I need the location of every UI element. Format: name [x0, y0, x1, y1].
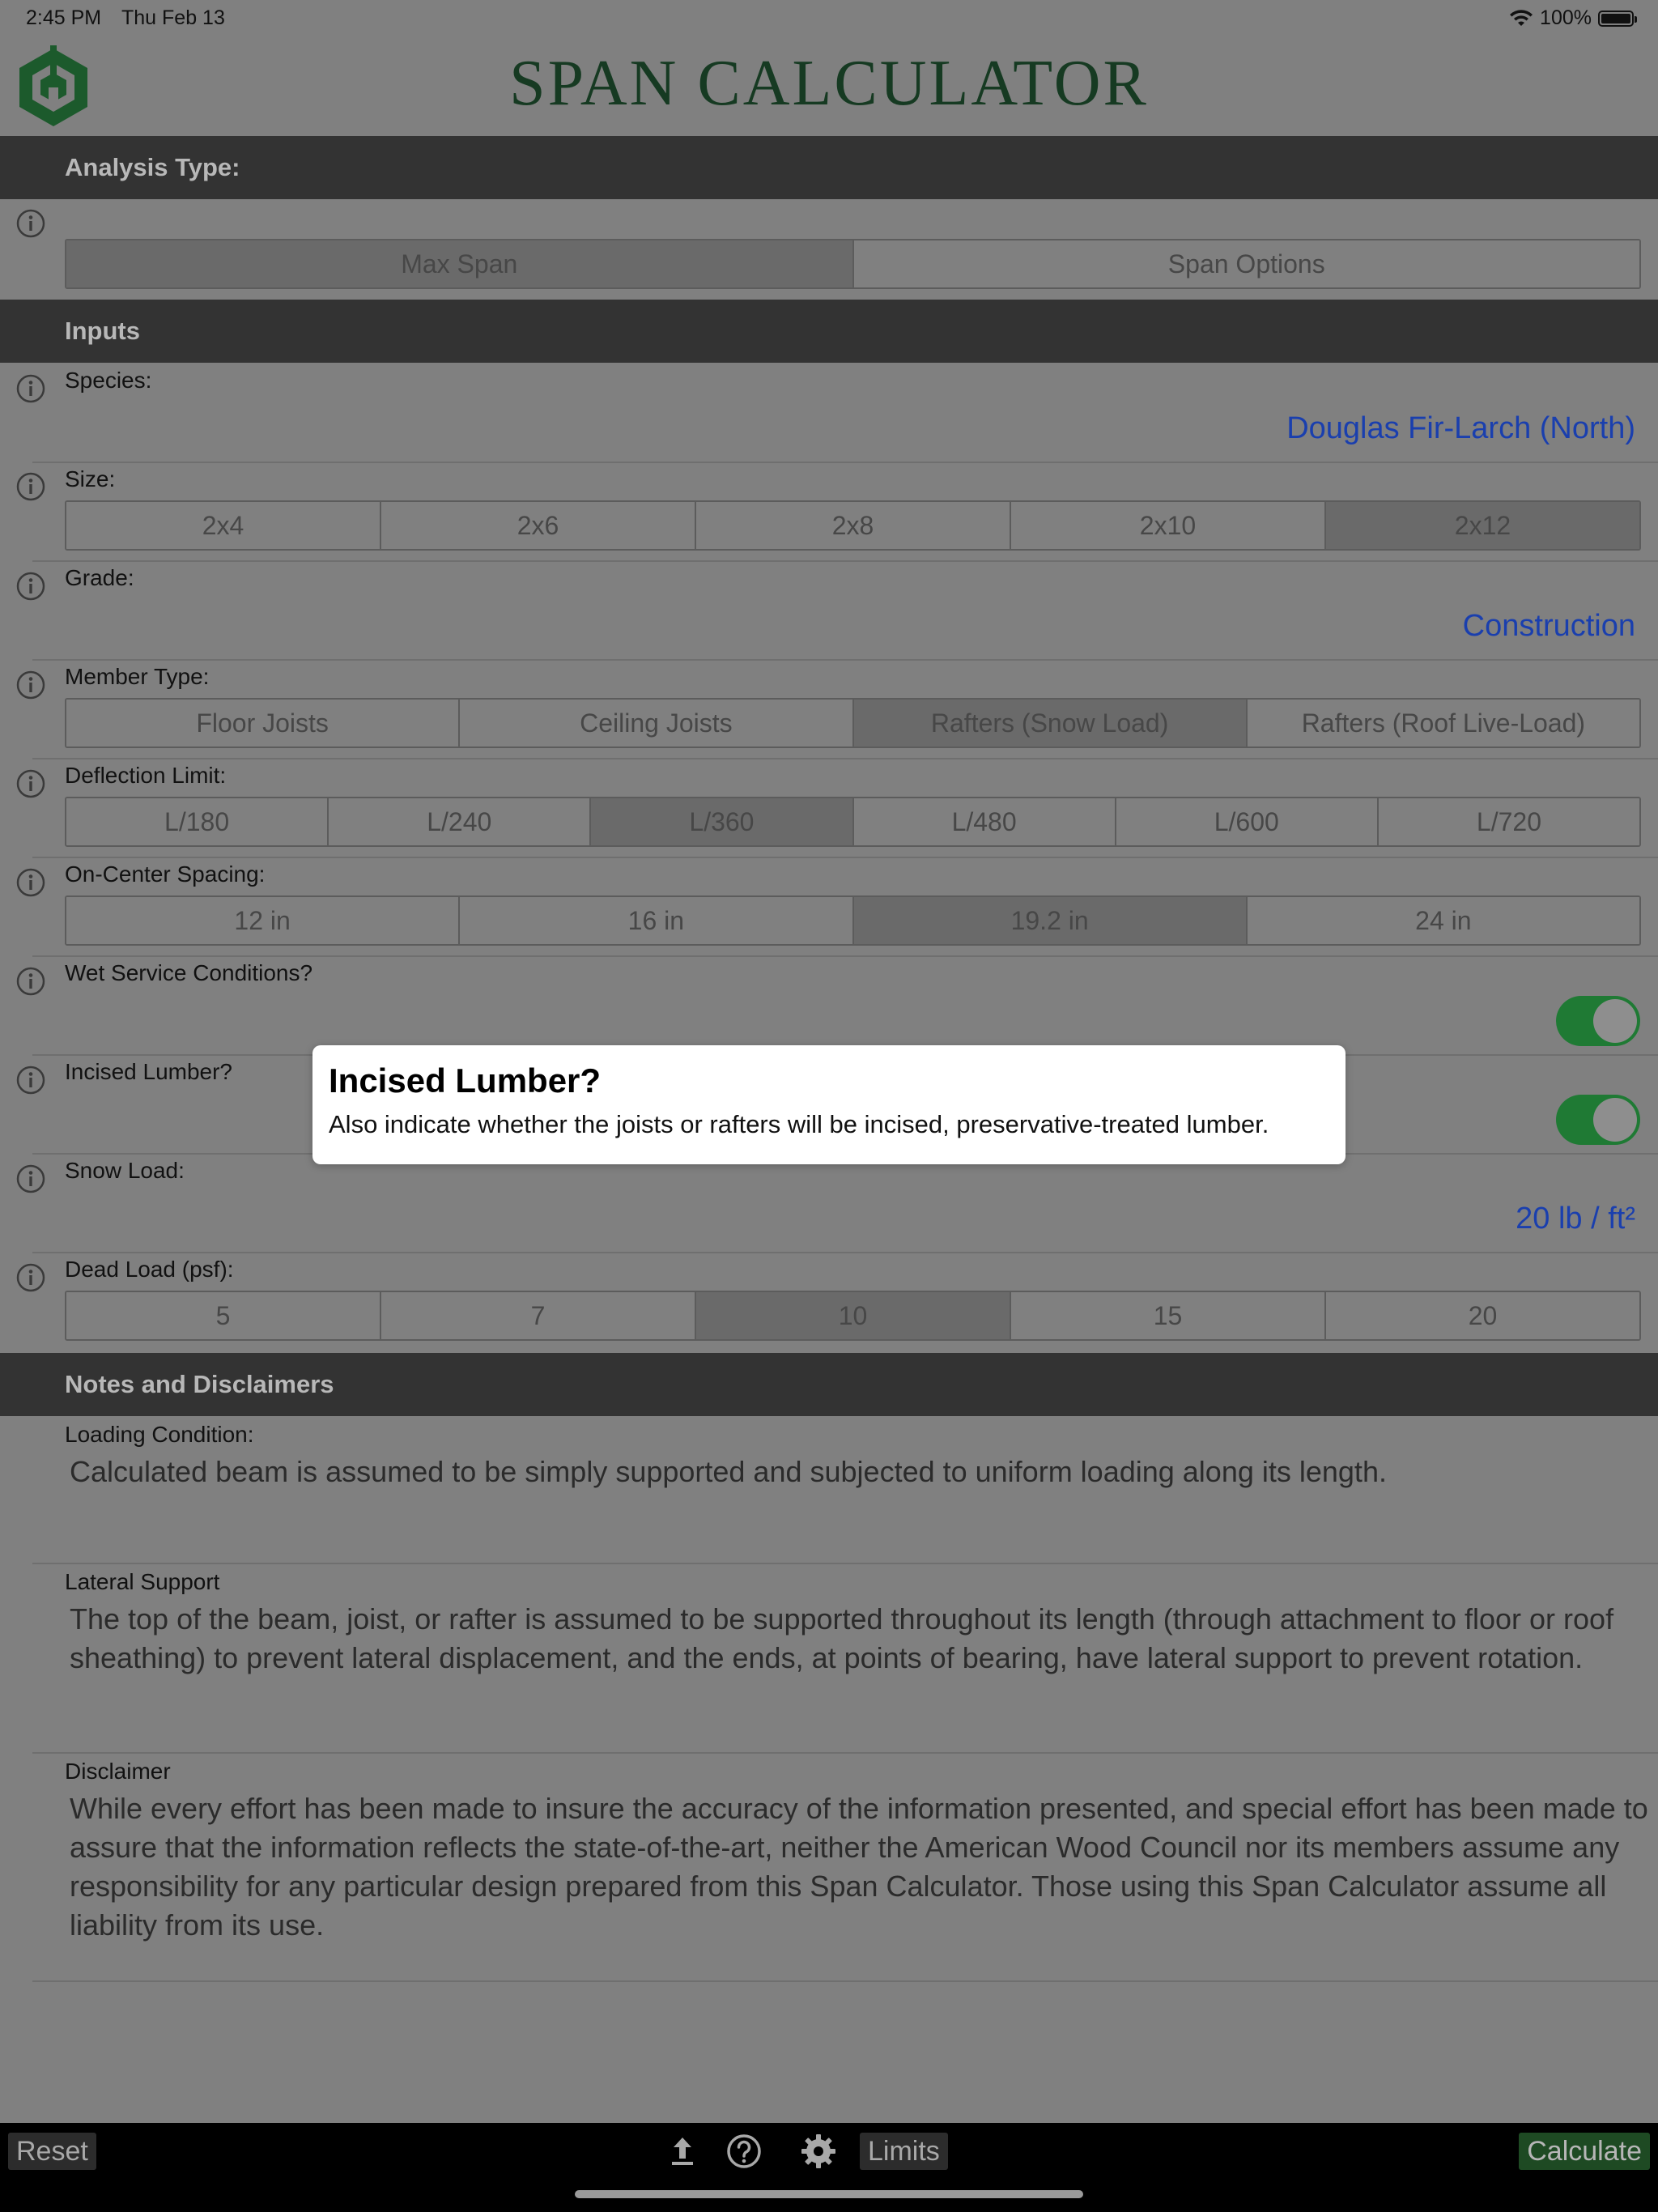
- divider: [32, 1563, 1658, 1564]
- species-label: Species:: [65, 368, 152, 393]
- home-indicator: [575, 2190, 1083, 2198]
- disclaimer-text: While every effort has been made to insu…: [70, 1792, 1648, 1942]
- size-segmented: 2x4 2x6 2x8 2x10 2x12: [65, 500, 1641, 551]
- reset-button[interactable]: Reset: [8, 2133, 96, 2170]
- lateral-support-label: Lateral Support: [65, 1569, 220, 1594]
- species-value[interactable]: Douglas Fir-Larch (North): [1286, 411, 1635, 446]
- divider: [32, 560, 1658, 562]
- grade-value[interactable]: Construction: [1463, 609, 1635, 644]
- segment-l360[interactable]: L/360: [589, 798, 852, 845]
- segment-19-2in[interactable]: 19.2 in: [852, 897, 1246, 944]
- segment-l600[interactable]: L/600: [1114, 798, 1377, 845]
- incised-lumber-popover: Incised Lumber? Also indicate whether th…: [312, 1045, 1346, 1164]
- wet-service-toggle[interactable]: [1556, 996, 1640, 1046]
- info-icon[interactable]: [16, 967, 45, 996]
- segment-24in[interactable]: 24 in: [1245, 897, 1639, 944]
- battery-icon: [1598, 10, 1637, 27]
- disclaimer-label: Disclaimer: [65, 1759, 171, 1784]
- analysis-type-segmented: Max Span Span Options: [65, 239, 1641, 289]
- info-icon[interactable]: [16, 472, 45, 501]
- segment-12in[interactable]: 12 in: [66, 897, 459, 944]
- incised-toggle[interactable]: [1556, 1095, 1640, 1145]
- status-indicators: 100%: [1509, 6, 1637, 30]
- section-analysis-type: Analysis Type:: [0, 136, 1658, 199]
- dead-load-segmented: 5 7 10 15 20: [65, 1291, 1641, 1341]
- info-icon[interactable]: [16, 374, 45, 403]
- wifi-icon: [1510, 9, 1533, 26]
- segment-l240[interactable]: L/240: [327, 798, 590, 845]
- segment-dead-15[interactable]: 15: [1010, 1292, 1324, 1339]
- segment-2x10[interactable]: 2x10: [1010, 502, 1324, 549]
- deflection-segmented: L/180 L/240 L/360 L/480 L/600 L/720: [65, 797, 1641, 847]
- size-label: Size:: [65, 466, 116, 491]
- help-icon[interactable]: [724, 2131, 764, 2172]
- segment-dead-10[interactable]: 10: [695, 1292, 1010, 1339]
- segment-max-span[interactable]: Max Span: [66, 240, 852, 287]
- section-notes: Notes and Disclaimers: [0, 1353, 1658, 1416]
- info-icon[interactable]: [16, 572, 45, 601]
- app-title: SPAN CALCULATOR: [509, 48, 1149, 119]
- segment-ceiling-joists[interactable]: Ceiling Joists: [458, 700, 852, 747]
- divider: [32, 1980, 1658, 1982]
- loading-condition-label: Loading Condition:: [65, 1422, 254, 1447]
- divider: [32, 462, 1658, 463]
- segment-2x8[interactable]: 2x8: [695, 502, 1010, 549]
- segment-dead-5[interactable]: 5: [66, 1292, 380, 1339]
- divider: [32, 1752, 1658, 1754]
- divider: [32, 857, 1658, 858]
- spacing-label: On-Center Spacing:: [65, 861, 266, 887]
- member-type-segmented: Floor Joists Ceiling Joists Rafters (Sno…: [65, 698, 1641, 748]
- divider: [32, 955, 1658, 957]
- segment-rafters-live[interactable]: Rafters (Roof Live-Load): [1245, 700, 1639, 747]
- snow-load-value[interactable]: 20 lb / ft²: [1516, 1202, 1635, 1236]
- segment-2x6[interactable]: 2x6: [380, 502, 695, 549]
- segment-2x4[interactable]: 2x4: [66, 502, 380, 549]
- section-inputs: Inputs: [0, 300, 1658, 363]
- status-time: 2:45 PM: [26, 6, 102, 29]
- segment-dead-20[interactable]: 20: [1324, 1292, 1639, 1339]
- info-icon[interactable]: [16, 1066, 45, 1095]
- info-icon[interactable]: [16, 1263, 45, 1292]
- segment-l720[interactable]: L/720: [1376, 798, 1639, 845]
- incised-label: Incised Lumber?: [65, 1059, 233, 1084]
- member-type-label: Member Type:: [65, 664, 210, 689]
- segment-2x12[interactable]: 2x12: [1324, 502, 1639, 549]
- divider: [32, 659, 1658, 661]
- limits-button[interactable]: Limits: [860, 2133, 948, 2170]
- info-icon[interactable]: [16, 868, 45, 897]
- deflection-label: Deflection Limit:: [65, 763, 227, 788]
- segment-span-options[interactable]: Span Options: [852, 240, 1639, 287]
- info-icon[interactable]: [16, 1164, 45, 1193]
- segment-16in[interactable]: 16 in: [458, 897, 852, 944]
- snow-load-label: Snow Load:: [65, 1158, 185, 1183]
- share-icon[interactable]: [662, 2131, 703, 2172]
- popover-body: Also indicate whether the joists or raft…: [329, 1110, 1269, 1138]
- status-date: Thu Feb 13: [121, 6, 225, 29]
- info-icon[interactable]: [16, 769, 45, 798]
- info-icon[interactable]: [16, 670, 45, 700]
- info-icon[interactable]: [16, 209, 45, 238]
- lateral-support-text: The top of the beam, joist, or rafter is…: [70, 1602, 1614, 1674]
- spacing-segmented: 12 in 16 in 19.2 in 24 in: [65, 895, 1641, 946]
- segment-floor-joists[interactable]: Floor Joists: [66, 700, 459, 747]
- dead-load-label: Dead Load (psf):: [65, 1257, 234, 1282]
- segment-dead-7[interactable]: 7: [380, 1292, 695, 1339]
- divider: [32, 1252, 1658, 1253]
- loading-condition-text: Calculated beam is assumed to be simply …: [70, 1455, 1387, 1488]
- wet-service-label: Wet Service Conditions?: [65, 960, 313, 985]
- segment-l480[interactable]: L/480: [852, 798, 1115, 845]
- calculate-button[interactable]: Calculate: [1519, 2133, 1650, 2170]
- segment-rafters-snow[interactable]: Rafters (Snow Load): [852, 700, 1246, 747]
- popover-title: Incised Lumber?: [329, 1061, 602, 1100]
- grade-label: Grade:: [65, 565, 134, 590]
- gear-icon[interactable]: [798, 2131, 839, 2172]
- divider: [32, 758, 1658, 759]
- segment-l180[interactable]: L/180: [66, 798, 328, 845]
- battery-percent: 100%: [1540, 6, 1592, 29]
